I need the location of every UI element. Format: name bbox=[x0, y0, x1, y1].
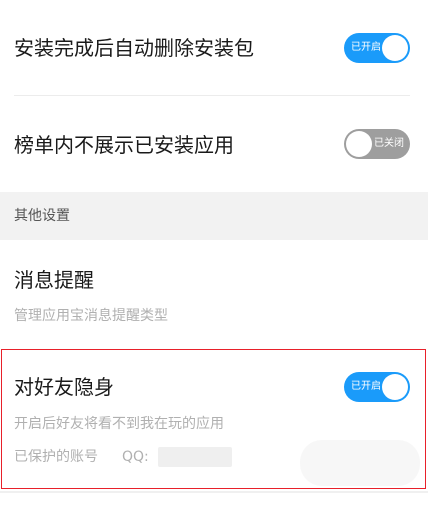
toggle-knob bbox=[382, 35, 408, 61]
bottom-divider bbox=[0, 491, 428, 493]
highlight-box bbox=[1, 349, 426, 489]
setting-row-auto-delete[interactable]: 安装完成后自动删除安装包 已开启 bbox=[0, 0, 428, 96]
toggle-state-label: 已开启 bbox=[351, 42, 381, 53]
toggle-knob bbox=[346, 131, 372, 157]
toggle-hide-installed[interactable]: 已关闭 bbox=[344, 129, 410, 159]
toggle-auto-delete[interactable]: 已开启 bbox=[344, 33, 410, 63]
setting-subtitle-message-reminder: 管理应用宝消息提醒类型 bbox=[14, 308, 168, 324]
setting-title-hide-installed: 榜单内不展示已安装应用 bbox=[14, 133, 234, 157]
settings-page: 安装完成后自动删除安装包 已开启 榜单内不展示已安装应用 已关闭 其他设置 消息… bbox=[0, 0, 428, 509]
section-header-label: 其他设置 bbox=[14, 208, 70, 224]
section-header-other-settings: 其他设置 bbox=[0, 192, 428, 240]
setting-title-auto-delete: 安装完成后自动删除安装包 bbox=[14, 36, 254, 60]
toggle-state-label: 已关闭 bbox=[374, 138, 404, 149]
setting-row-message-reminder[interactable]: 消息提醒 管理应用宝消息提醒类型 bbox=[0, 240, 428, 350]
setting-title-message-reminder: 消息提醒 bbox=[14, 268, 94, 292]
setting-row-hide-installed[interactable]: 榜单内不展示已安装应用 已关闭 bbox=[0, 96, 428, 192]
